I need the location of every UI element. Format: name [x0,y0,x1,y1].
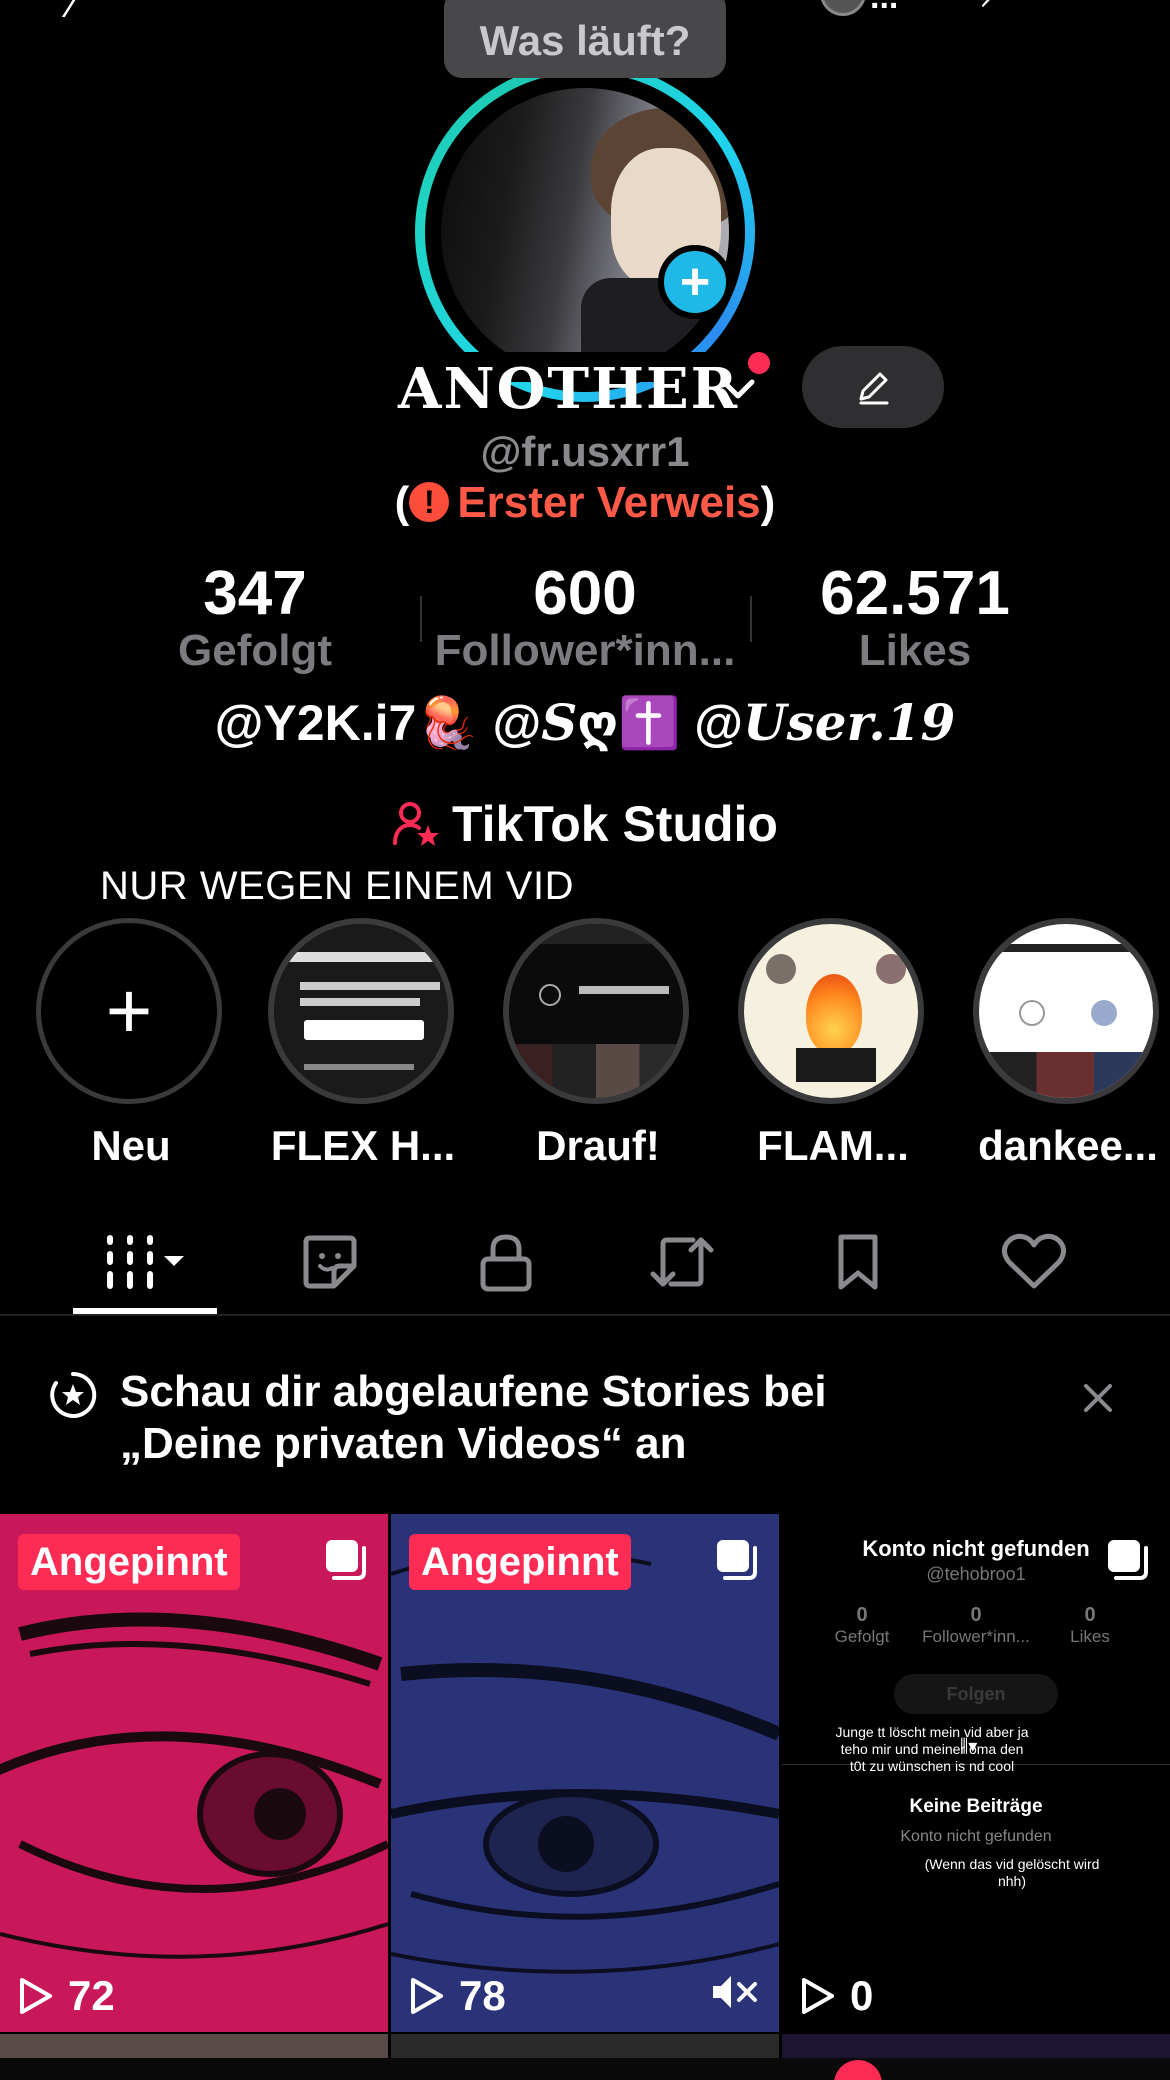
heart-icon [1001,1233,1067,1289]
username: @fr.usxrr1 [480,428,690,475]
creator-icon [393,802,440,846]
tab-reposts[interactable] [594,1208,770,1316]
repost-icon [650,1237,714,1287]
add-friend-icon[interactable]: ⁄ [70,0,77,27]
highlight-item[interactable]: Drauf! [503,918,693,1170]
bio-mention-y2k[interactable]: @Y2K.i7 [215,695,417,751]
stat-followers[interactable]: 600 Follower*inn... [420,560,750,674]
stat-following[interactable]: 347 Gefolgt [90,560,420,674]
stat-likes[interactable]: 62.571 Likes [750,560,1080,674]
bio-mention-user19[interactable]: @User.19 [694,693,955,752]
edit-profile-button[interactable] [802,346,944,428]
account-warning[interactable]: (! Erster Verweis) [0,478,1170,528]
highlight-item[interactable]: FLAM... [738,918,928,1170]
view-count: 0 [800,1972,873,2020]
chevron-down-icon[interactable] [718,368,758,408]
bookmark-icon [838,1234,878,1290]
status-bubble[interactable]: Was läuft? [444,0,726,78]
pinned-badge: Angepinnt [409,1534,631,1590]
cross-emoji: ✝️ [618,695,681,751]
muted-icon [713,1976,757,2008]
highlight-item[interactable]: dankee... [973,918,1163,1170]
add-story-button[interactable]: + [658,245,732,319]
plus-icon: + [105,966,153,1055]
story-archive-banner[interactable]: Schau dir abgelaufene Stories bei „Deine… [120,1366,920,1470]
account-switcher-avatar[interactable] [820,0,866,16]
multi-image-icon [1108,1540,1148,1580]
multi-image-icon [717,1540,757,1580]
eye-artwork [391,1514,779,2032]
bio-mention-s[interactable]: @Sღ [492,693,618,752]
eye-artwork [0,1514,388,2032]
tiktok-studio-link[interactable]: TikTok Studio [0,795,1170,853]
story-archive-icon [50,1371,97,1418]
bottom-navigation [0,2058,1170,2080]
tab-private[interactable] [418,1208,594,1316]
tab-stickers[interactable] [242,1208,418,1316]
profile-bio: @Y2K.i7🪼 @Sღ✝️ @User.19 [0,693,1170,753]
view-count: 78 [409,1972,506,2020]
notification-dot [748,352,770,374]
tab-favorites[interactable] [770,1208,946,1316]
close-icon[interactable] [1080,1380,1116,1416]
grid-icon [107,1235,184,1289]
jellyfish-emoji: 🪼 [416,695,479,751]
view-count: 72 [18,1972,115,2020]
display-name[interactable]: ANOTHER [398,356,739,422]
avatar-image [441,88,729,376]
account-switcher-ellipsis[interactable]: ... [870,0,898,17]
share-icon[interactable]: ⤳ [960,0,992,19]
video-thumbnail[interactable]: Angepinnt 78 [391,1514,779,2032]
play-icon [802,1978,834,2014]
highlight-new[interactable]: + Neu [36,918,226,1170]
warning-icon: ! [409,482,450,522]
pinned-badge: Angepinnt [18,1534,240,1590]
sticker-icon [303,1235,357,1289]
tab-videos[interactable] [57,1208,233,1316]
tab-liked[interactable] [946,1208,1122,1316]
highlights-title: NUR WEGEN EINEM VID [100,864,574,908]
multi-image-icon [326,1540,366,1580]
highlight-item[interactable]: FLEX H... [268,918,458,1170]
play-icon [411,1978,443,2014]
warning-text: Erster Verweis [457,478,761,527]
play-icon [20,1978,52,2014]
pencil-icon [859,372,889,405]
profile-tabs [0,1208,1170,1316]
lock-icon [480,1234,532,1292]
video-thumbnail[interactable]: Angepinnt 72 [0,1514,388,2032]
video-thumbnail[interactable]: Konto nicht gefunden @tehobroo1 0 Gefolgt… [782,1514,1170,2032]
